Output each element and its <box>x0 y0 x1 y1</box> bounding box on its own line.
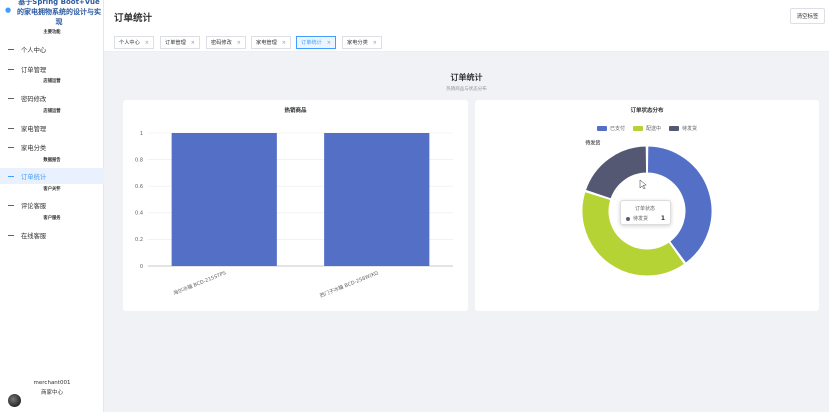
tab-profile[interactable]: 个人中心 × <box>114 36 154 49</box>
stats-subtitle: 热销商品与状态分布 <box>446 87 487 92</box>
sidebar-item-categories[interactable]: 家电分类 <box>0 139 104 155</box>
dash-icon <box>8 127 14 129</box>
tooltip-bullet-icon <box>626 216 630 221</box>
tab-label: 密码修改 <box>211 40 232 46</box>
sidebar-item-label: 个人中心 <box>21 46 47 54</box>
sidebar-item-label: 在线客服 <box>21 232 47 240</box>
close-icon[interactable]: × <box>237 40 241 46</box>
tooltip-value: 1 <box>660 215 665 222</box>
sidebar-item-label: 家电管理 <box>21 125 47 133</box>
sidebar-item-profile[interactable]: 个人中心 <box>0 41 104 57</box>
cursor-icon <box>639 179 647 190</box>
y-tick-label: 0.6 <box>135 184 143 190</box>
chart-tooltip: 订单状态 待发货 1 <box>620 200 671 225</box>
close-icon[interactable]: × <box>191 40 195 46</box>
app-title: 基于Spring Boot+Vue的家电拥物系统的设计与实现 <box>17 0 101 26</box>
sidebar-item-password[interactable]: 密码修改 <box>0 90 104 106</box>
sidebar-item-reviews[interactable]: 评论客服 <box>0 197 104 213</box>
bar-chart: 0 0.2 0.4 0.6 0.8 1 海尔冰箱 BCD-215STPS 西门子冰箱 BCD-… <box>135 131 453 299</box>
sidebar-item-orders[interactable]: 订单管理 <box>0 61 104 77</box>
sidebar-section-label: 客户服务 <box>43 216 61 221</box>
dash-icon <box>8 204 14 206</box>
y-tick-label: 0.4 <box>135 211 143 217</box>
sidebar-item-order-stats[interactable]: 订单统计 <box>0 168 104 184</box>
tab-label: 订单管理 <box>165 40 186 46</box>
dash-icon <box>8 48 14 50</box>
pie-slice <box>584 145 648 200</box>
tab-orders[interactable]: 订单管理 × <box>160 36 200 49</box>
sidebar-section-label: 店铺运营 <box>43 79 61 84</box>
dash-icon <box>8 234 14 236</box>
sidebar-section-label: 主要功能 <box>43 30 61 35</box>
hot-products-card: 热销商品 0 0.2 0.4 0.6 0.8 1 海尔冰箱 BCD-215STPS 西门子冰箱… <box>123 100 468 311</box>
sidebar-section-label: 店铺运营 <box>43 109 61 114</box>
close-icon[interactable]: × <box>145 40 149 46</box>
header: 订单统计 清空标签 <box>104 0 829 32</box>
tab-bar: 个人中心 × 订单管理 × 密码修改 × 家电管理 × 订单统计 × 家电分类 × <box>104 32 829 52</box>
y-tick-label: 0 <box>140 264 143 270</box>
close-icon[interactable]: × <box>282 40 286 46</box>
sidebar: ● 基于Spring Boot+Vue的家电拥物系统的设计与实现 主要功能 个人… <box>0 0 104 412</box>
x-tick-label: 海尔冰箱 BCD-215STPS <box>172 269 227 296</box>
brand: ● 基于Spring Boot+Vue的家电拥物系统的设计与实现 <box>0 0 104 30</box>
sidebar-item-label: 密码修改 <box>21 95 47 103</box>
clear-tabs-button[interactable]: 清空标签 <box>790 8 825 24</box>
brand-dot-icon: ● <box>5 6 12 14</box>
order-status-card: 订单状态分布 已支付 配送中 待发货 待发货 订单状态 待发货 1 <box>475 100 819 311</box>
tooltip-title: 订单状态 <box>635 206 656 212</box>
stats-title: 订单统计 <box>450 73 483 82</box>
sidebar-item-label: 订单统计 <box>21 173 47 181</box>
user-name: merchant001 <box>33 380 71 386</box>
tab-label: 个人中心 <box>119 40 140 46</box>
tab-appliances[interactable]: 家电管理 × <box>251 36 291 49</box>
y-tick-label: 0.8 <box>135 157 143 163</box>
tab-label: 家电分类 <box>347 40 368 46</box>
tooltip-name: 待发货 <box>633 216 649 222</box>
tab-order-stats[interactable]: 订单统计 × <box>296 36 336 49</box>
sidebar-item-label: 订单管理 <box>21 66 47 74</box>
sidebar-section-label: 数据报告 <box>43 158 61 163</box>
avatar[interactable] <box>8 394 21 407</box>
tab-password[interactable]: 密码修改 × <box>206 36 246 49</box>
dash-icon <box>8 175 14 177</box>
tab-label: 家电管理 <box>256 40 277 46</box>
x-tick-label: 西门子冰箱 BCD-258W(KG <box>319 269 380 299</box>
sidebar-section-label: 客户关怀 <box>43 187 61 192</box>
dash-icon <box>8 68 14 70</box>
dash-icon <box>8 97 14 99</box>
bar <box>324 133 430 266</box>
bar <box>171 133 277 266</box>
tab-label: 订单统计 <box>301 40 322 46</box>
sidebar-item-appliances[interactable]: 家电管理 <box>0 120 104 136</box>
close-icon[interactable]: × <box>327 40 331 46</box>
pie-slice-label: 待发货 <box>585 139 600 146</box>
close-icon[interactable]: × <box>373 40 377 46</box>
sidebar-item-label: 家电分类 <box>21 144 47 152</box>
tab-categories[interactable]: 家电分类 × <box>342 36 382 49</box>
sidebar-item-label: 评论客服 <box>21 202 47 210</box>
y-tick-label: 1 <box>140 131 143 137</box>
page-title: 订单统计 <box>114 13 153 24</box>
dash-icon <box>8 146 14 148</box>
y-tick-label: 0.2 <box>135 237 143 243</box>
sidebar-item-online-service[interactable]: 在线客服 <box>0 227 104 243</box>
